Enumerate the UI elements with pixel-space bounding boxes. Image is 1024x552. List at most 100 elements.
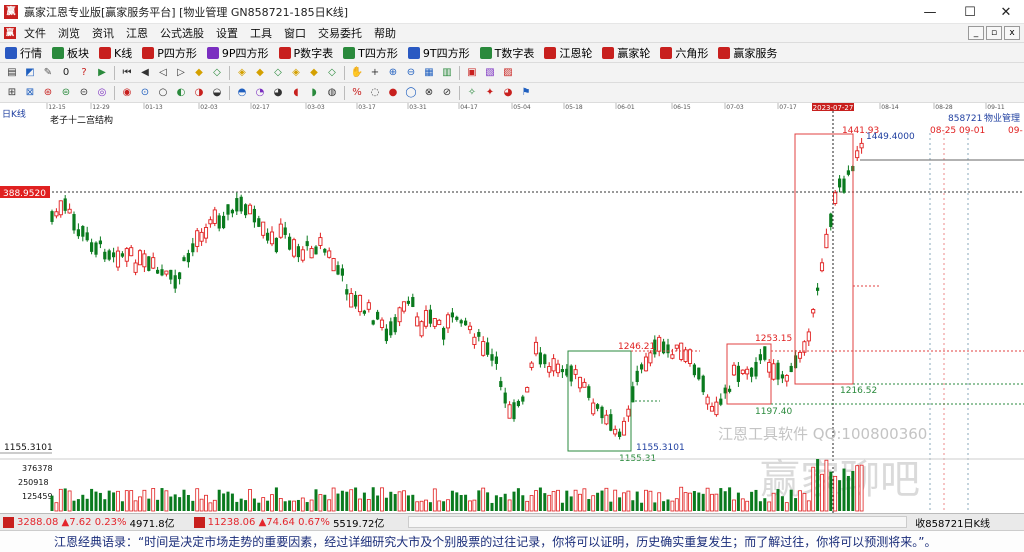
query-icon[interactable]: ? bbox=[77, 66, 91, 80]
maximize-button[interactable]: ☐ bbox=[952, 0, 988, 24]
candle-body bbox=[169, 269, 173, 280]
crosshair-icon[interactable]: + bbox=[368, 66, 382, 80]
mdi-minimize-button[interactable]: _ bbox=[968, 26, 984, 40]
toolbar-btn-11[interactable]: 六角形 bbox=[655, 45, 713, 61]
sh-index[interactable]: 3288.08 ▲7.62 0.23% 4971.8亿 bbox=[0, 515, 175, 530]
diamond-icon[interactable]: ◆ bbox=[192, 66, 206, 80]
circle-g-icon[interactable]: ◉ bbox=[120, 86, 134, 100]
menu-trade[interactable]: 交易委托 bbox=[312, 25, 368, 41]
horizontal-scrollbar[interactable] bbox=[408, 516, 908, 528]
circle-h-icon[interactable]: ⊙ bbox=[138, 86, 152, 100]
toolbar-btn-4[interactable]: 9P四方形 bbox=[202, 45, 274, 61]
circle-c-icon[interactable]: ⊛ bbox=[41, 86, 55, 100]
volume-bar bbox=[384, 497, 388, 511]
chart-type-icon[interactable]: ◩ bbox=[23, 66, 37, 80]
toolbar-separator bbox=[344, 65, 345, 80]
toolbar-btn-1[interactable]: 板块 bbox=[47, 45, 94, 61]
volume-bar bbox=[309, 499, 314, 512]
right-icon[interactable]: ▷ bbox=[174, 66, 188, 80]
chart2-icon[interactable]: ▣ bbox=[465, 66, 479, 80]
diamond2-icon[interactable]: ◇ bbox=[210, 66, 224, 80]
circle-m-icon[interactable]: ◓ bbox=[235, 86, 249, 100]
zoom-in-icon[interactable]: ⊕ bbox=[386, 66, 400, 80]
mdi-close-button[interactable]: x bbox=[1004, 26, 1020, 40]
toolbar-btn-9[interactable]: 江恩轮 bbox=[539, 45, 597, 61]
menu-info[interactable]: 资讯 bbox=[86, 25, 120, 41]
circle-y-icon[interactable]: ✧ bbox=[465, 86, 479, 100]
circle-k-icon[interactable]: ◑ bbox=[192, 86, 206, 100]
toolbar-btn-icon bbox=[142, 46, 155, 59]
circle-x-icon[interactable]: ⊘ bbox=[440, 86, 454, 100]
first-icon[interactable]: ⏮ bbox=[120, 66, 134, 80]
circle-t-icon[interactable]: ◌ bbox=[368, 86, 382, 100]
toolbar-btn-3[interactable]: P四方形 bbox=[137, 45, 202, 61]
arrow-flag-icon[interactable]: ▶ bbox=[95, 66, 109, 80]
circle-z-icon[interactable]: ✦ bbox=[483, 86, 497, 100]
circle-o-icon[interactable]: ◕ bbox=[271, 86, 285, 100]
menu-tools[interactable]: 工具 bbox=[244, 25, 278, 41]
flag-icon[interactable]: ⚑ bbox=[519, 86, 533, 100]
circle-f-icon[interactable]: ◎ bbox=[95, 86, 109, 100]
volume-bar bbox=[208, 502, 213, 512]
zero-icon[interactable]: 0 bbox=[59, 66, 73, 80]
circle-p-icon[interactable]: ◖ bbox=[289, 86, 303, 100]
circle-a-icon[interactable]: ⊞ bbox=[5, 86, 19, 100]
toolbar-btn-10[interactable]: 赢家轮 bbox=[597, 45, 655, 61]
kline-chart-area[interactable]: 12-15 12-29 01-13 02-03 02-17 03-03 03-17 03-31… bbox=[0, 103, 1024, 513]
circle-s-icon[interactable]: % bbox=[350, 86, 364, 100]
menu-window[interactable]: 窗口 bbox=[278, 25, 312, 41]
toolbar-btn-12[interactable]: 赢家服务 bbox=[713, 45, 782, 61]
prev-icon[interactable]: ◀ bbox=[138, 66, 152, 80]
diamond5-icon[interactable]: ◇ bbox=[271, 66, 285, 80]
toolbar-btn-8[interactable]: T数字表 bbox=[475, 45, 540, 61]
minimize-button[interactable]: — bbox=[912, 0, 948, 24]
chart1-icon[interactable]: ▥ bbox=[440, 66, 454, 80]
circle-q-icon[interactable]: ◗ bbox=[307, 86, 321, 100]
diamond6-icon[interactable]: ◈ bbox=[289, 66, 303, 80]
circle-w-icon[interactable]: ⊗ bbox=[422, 86, 436, 100]
circle-b-icon[interactable]: ⊠ bbox=[23, 86, 37, 100]
menu-gann[interactable]: 江恩 bbox=[120, 25, 154, 41]
table-icon[interactable]: ▦ bbox=[422, 66, 436, 80]
candle-body bbox=[819, 262, 825, 272]
diamond7-icon[interactable]: ◆ bbox=[307, 66, 321, 80]
chart4-icon[interactable]: ▨ bbox=[501, 66, 515, 80]
circle-i-icon[interactable]: ○ bbox=[156, 86, 170, 100]
candle-body bbox=[151, 257, 156, 269]
toolbar-btn-2[interactable]: K线 bbox=[94, 45, 137, 61]
circle-d-icon[interactable]: ⊜ bbox=[59, 86, 73, 100]
cursor-icon[interactable]: ✎ bbox=[41, 66, 55, 80]
period-icon[interactable]: ▤ bbox=[5, 66, 19, 80]
left-icon[interactable]: ◁ bbox=[156, 66, 170, 80]
candle-body bbox=[261, 221, 266, 236]
circle-v-icon[interactable]: ◯ bbox=[404, 86, 418, 100]
menu-file[interactable]: 文件 bbox=[18, 25, 52, 41]
menu-formula[interactable]: 公式选股 bbox=[154, 25, 210, 41]
menu-browse[interactable]: 浏览 bbox=[52, 25, 86, 41]
kline-chart[interactable]: 12-15 12-29 01-13 02-03 02-17 03-03 03-17 03-31… bbox=[0, 103, 1024, 513]
chart3-icon[interactable]: ▧ bbox=[483, 66, 497, 80]
diamond3-icon[interactable]: ◈ bbox=[235, 66, 249, 80]
circle-j-icon[interactable]: ◐ bbox=[174, 86, 188, 100]
circle-r-icon[interactable]: ◍ bbox=[325, 86, 339, 100]
circle-l-icon[interactable]: ◒ bbox=[210, 86, 224, 100]
toolbar-btn-7[interactable]: 9T四方形 bbox=[403, 45, 475, 61]
hand-icon[interactable]: ✋ bbox=[350, 66, 364, 80]
diamond4-icon[interactable]: ◆ bbox=[253, 66, 267, 80]
sz-index[interactable]: 11238.06 ▲74.64 0.67% 5519.72亿 bbox=[191, 515, 384, 530]
diamond8-icon[interactable]: ◇ bbox=[325, 66, 339, 80]
volume-bar bbox=[464, 494, 468, 511]
sz-index-icon bbox=[193, 516, 205, 528]
close-button[interactable]: ✕ bbox=[988, 0, 1024, 24]
menu-settings[interactable]: 设置 bbox=[210, 25, 244, 41]
circle-n-icon[interactable]: ◔ bbox=[253, 86, 267, 100]
toolbar-btn-0[interactable]: 行情 bbox=[0, 45, 47, 61]
toolbar-btn-6[interactable]: T四方形 bbox=[338, 45, 403, 61]
circle-e-icon[interactable]: ⊝ bbox=[77, 86, 91, 100]
menu-help[interactable]: 帮助 bbox=[368, 25, 402, 41]
zoom-out-icon[interactable]: ⊖ bbox=[404, 66, 418, 80]
toolbar-btn-5[interactable]: P数字表 bbox=[274, 45, 339, 61]
pie-icon[interactable]: ◕ bbox=[501, 86, 515, 100]
mdi-restore-button[interactable]: ▫ bbox=[986, 26, 1002, 40]
circle-u-icon[interactable]: ● bbox=[386, 86, 400, 100]
